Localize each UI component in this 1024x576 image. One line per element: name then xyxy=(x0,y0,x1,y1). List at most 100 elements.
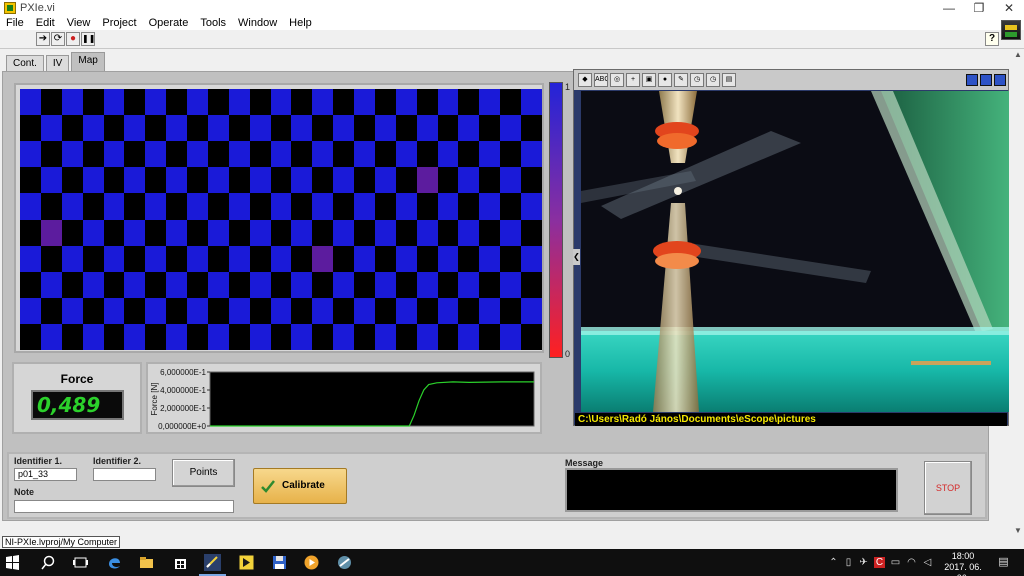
map-cell xyxy=(521,245,542,272)
context-help-icon[interactable]: ? xyxy=(985,32,999,46)
map-cell xyxy=(145,297,167,324)
map-cell xyxy=(228,245,250,272)
map-cell xyxy=(333,219,355,246)
camera-maximize-icon[interactable] xyxy=(980,74,992,86)
edge-browser-icon[interactable] xyxy=(106,554,123,571)
tray-usb-icon[interactable]: ▯ xyxy=(843,557,854,568)
labview-icon[interactable] xyxy=(204,554,221,571)
map-cell xyxy=(416,297,438,324)
tray-network-icon[interactable]: ✈ xyxy=(858,557,869,568)
y-tick-label: 0,000000E+0 xyxy=(158,422,206,431)
map-cell xyxy=(395,271,417,298)
camera-tool-icon[interactable]: ◎ xyxy=(610,73,624,87)
system-clock[interactable]: 18:00 2017. 06. 06. xyxy=(938,551,988,576)
wifi-icon[interactable]: ◠ xyxy=(906,557,917,568)
camera-tool-icon[interactable]: ▤ xyxy=(722,73,736,87)
intensity-map[interactable] xyxy=(20,89,542,350)
scroll-up-icon[interactable]: ▲ xyxy=(1012,49,1024,61)
points-button[interactable]: Points xyxy=(172,459,235,487)
menu-view[interactable]: View xyxy=(61,17,97,29)
pause-icon[interactable]: ❚❚ xyxy=(81,32,95,46)
map-cell xyxy=(40,323,62,350)
map-cell xyxy=(521,219,542,246)
calibrate-button[interactable]: Calibrate xyxy=(253,468,347,504)
camera-tool-icon[interactable]: ABC xyxy=(594,73,608,87)
identifier2-input[interactable] xyxy=(93,468,156,481)
map-cell xyxy=(228,297,250,324)
map-cell xyxy=(333,115,355,142)
tray-app-icon[interactable]: C xyxy=(874,557,885,568)
camera-tool-icon[interactable]: ✎ xyxy=(674,73,688,87)
save-disk-icon[interactable] xyxy=(271,554,288,571)
map-cell xyxy=(354,89,375,116)
app-tool-icon[interactable] xyxy=(336,554,353,571)
camera-close-icon[interactable] xyxy=(994,74,1006,86)
map-cell xyxy=(82,245,104,272)
maximize-button[interactable]: ❐ xyxy=(964,1,994,15)
search-icon[interactable] xyxy=(40,554,57,571)
note-input[interactable] xyxy=(14,500,234,513)
abort-icon[interactable]: ● xyxy=(66,32,80,46)
tab-iv[interactable]: IV xyxy=(45,55,70,71)
map-cell xyxy=(395,167,417,194)
start-windows-icon[interactable] xyxy=(4,554,21,571)
menu-operate[interactable]: Operate xyxy=(143,17,195,29)
map-cell xyxy=(291,89,313,116)
map-cell xyxy=(333,271,355,298)
file-explorer-icon[interactable] xyxy=(138,554,155,571)
close-button[interactable]: ✕ xyxy=(994,1,1024,15)
map-cell xyxy=(249,245,271,272)
run-continuously-icon[interactable]: ⟳ xyxy=(51,32,65,46)
map-cell xyxy=(374,219,396,246)
map-cell xyxy=(374,323,396,350)
camera-tool-icon[interactable]: ● xyxy=(658,73,672,87)
camera-tool-icon[interactable]: + xyxy=(626,73,640,87)
tab-cont[interactable]: Cont. xyxy=(6,55,44,71)
map-cell xyxy=(416,141,438,168)
camera-tool-icon[interactable]: ▣ xyxy=(642,73,656,87)
map-cell xyxy=(479,245,501,272)
notifications-icon[interactable]: ▤ xyxy=(998,557,1009,568)
identifier1-input[interactable]: p01_33 xyxy=(14,468,77,481)
labview-vi-taskbar-icon[interactable] xyxy=(238,554,255,571)
camera-tool-icon[interactable]: ◷ xyxy=(690,73,704,87)
map-cell xyxy=(124,167,146,194)
camera-tool-icon[interactable]: ◷ xyxy=(706,73,720,87)
color-scale-max: 1 xyxy=(565,82,571,92)
vi-palette-icon[interactable] xyxy=(1001,20,1021,40)
tray-expand-icon[interactable]: ⌃ xyxy=(828,557,839,568)
map-cell xyxy=(291,323,313,350)
camera-minimize-icon[interactable] xyxy=(966,74,978,86)
map-cell xyxy=(291,271,313,298)
menu-file[interactable]: File xyxy=(0,17,30,29)
tab-map[interactable]: Map xyxy=(71,52,105,71)
map-cell xyxy=(103,245,125,272)
task-view-icon[interactable] xyxy=(72,554,89,571)
map-cell xyxy=(61,245,83,272)
menu-window[interactable]: Window xyxy=(232,17,283,29)
map-cell xyxy=(458,167,480,194)
run-arrow-icon[interactable]: ➔ xyxy=(36,32,50,46)
vertical-scrollbar[interactable]: ▲ ▼ xyxy=(1012,49,1024,539)
checkmark-icon xyxy=(261,480,275,493)
window-controls: — ❐ ✕ xyxy=(934,1,1024,15)
menu-edit[interactable]: Edit xyxy=(30,17,61,29)
menu-tools[interactable]: Tools xyxy=(194,17,232,29)
map-cell xyxy=(145,141,167,168)
minimize-button[interactable]: — xyxy=(934,1,964,15)
volume-icon[interactable]: ◁ xyxy=(922,557,933,568)
menu-project[interactable]: Project xyxy=(96,17,142,29)
stop-button[interactable]: STOP xyxy=(924,461,972,515)
menu-help[interactable]: Help xyxy=(283,17,318,29)
map-cell xyxy=(40,141,62,168)
camera-tool-icon[interactable]: ◆ xyxy=(578,73,592,87)
battery-icon[interactable]: ▭ xyxy=(890,557,901,568)
map-cell xyxy=(500,323,522,350)
map-cell xyxy=(395,141,417,168)
map-cell xyxy=(374,297,396,324)
collapse-handle-icon[interactable]: ❮ xyxy=(573,249,580,265)
media-player-icon[interactable] xyxy=(303,554,320,571)
store-icon[interactable] xyxy=(172,554,189,571)
map-cell xyxy=(82,219,104,246)
map-cell xyxy=(437,245,459,272)
